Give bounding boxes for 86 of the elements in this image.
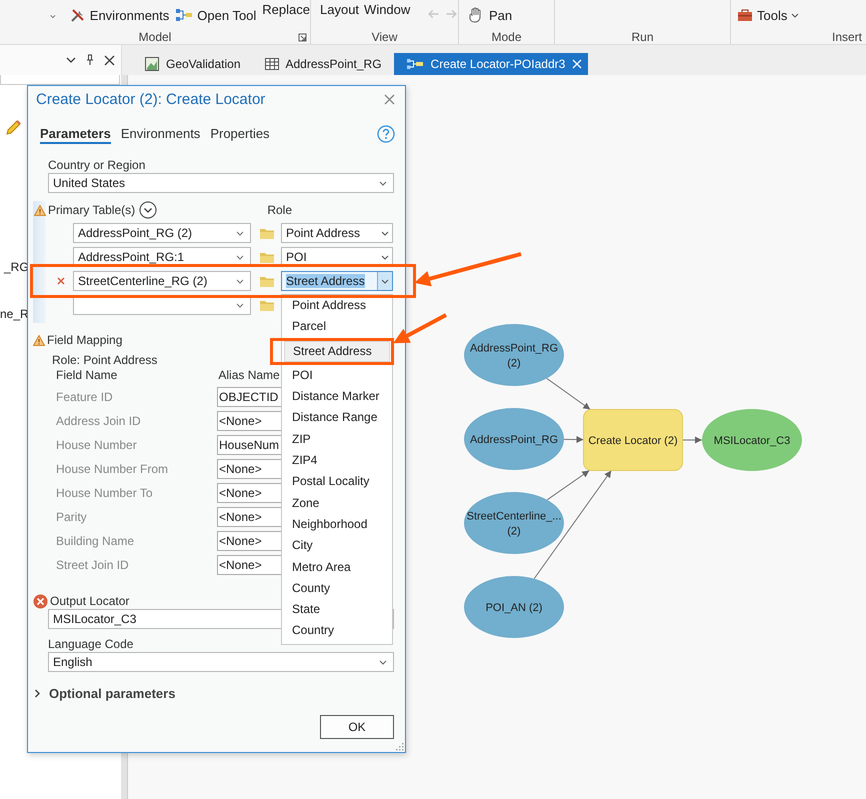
caret-icon (791, 12, 800, 18)
field-name: Building Name (55, 534, 136, 548)
connector-arrow (682, 436, 702, 444)
chevron-down-icon (379, 180, 387, 186)
parameter-label: Primary Table(s) (48, 203, 136, 217)
open-tool-button[interactable]: Open Tool (175, 6, 256, 24)
document-tab[interactable]: Create Locator-POIaddr3 (394, 53, 588, 75)
language-dropdown[interactable]: English (48, 652, 394, 672)
field-name: Street Join ID (55, 558, 130, 572)
expand-icon[interactable] (139, 201, 158, 219)
tools-icon (70, 7, 86, 23)
pin-icon[interactable] (86, 54, 94, 66)
dropdown-option[interactable]: Point Address (282, 295, 392, 316)
parameter-label: Language Code (48, 636, 134, 652)
role-label: Role: Point Address (52, 353, 158, 367)
tools-button[interactable]: Tools (737, 6, 800, 24)
model-icon (406, 58, 424, 70)
group-label: Mode (491, 30, 522, 44)
chevron-down-icon (236, 278, 244, 284)
dialog-tab[interactable]: Environments (120, 124, 200, 144)
field-name: Address Join ID (55, 414, 142, 428)
group-label: Insert (832, 30, 862, 44)
model-icon (175, 8, 194, 22)
chevron-down-icon[interactable] (50, 14, 56, 19)
table-icon (264, 58, 278, 70)
chevron-down-icon (381, 254, 389, 260)
table-dropdown[interactable]: AddressPoint_RG (2) (73, 223, 251, 243)
chevron-icon (34, 688, 41, 698)
layer-name: ne_R (0, 307, 29, 321)
help-icon[interactable] (377, 125, 395, 143)
parameter-label: Output Locator (50, 594, 130, 608)
dialog-title: Create Locator (2): Create Locator (36, 91, 266, 108)
tool-node: Create Locator (2) (583, 409, 683, 471)
connector-arrow (546, 378, 591, 410)
dropdown-option[interactable]: Parcel (282, 316, 392, 338)
dropdown-option[interactable]: Street Address (284, 340, 390, 362)
data-node: StreetCenterline_... (2) (464, 492, 564, 554)
optional-parameters-toggle[interactable]: Optional parameters (34, 684, 394, 702)
pencil-icon[interactable] (4, 119, 22, 137)
toolbox-icon (737, 8, 753, 22)
role-dropdown[interactable]: Point Address (281, 223, 393, 243)
chevron-down-icon (236, 230, 244, 236)
replace-button[interactable]: Replace (262, 3, 310, 17)
parameter-label: Country or Region (48, 157, 146, 173)
pan-button[interactable]: Pan (467, 6, 512, 24)
column-header: Field Name (56, 368, 118, 382)
layout-button[interactable]: Layout (320, 3, 360, 17)
remove-icon[interactable] (56, 277, 64, 285)
resize-grip-icon[interactable] (395, 742, 404, 751)
window-button[interactable]: Window (364, 3, 410, 17)
group-label: Run (631, 30, 654, 44)
dropdown-option[interactable]: POI (282, 364, 392, 386)
table-dropdown[interactable]: StreetCenterline_RG (2) (73, 271, 251, 291)
data-node: POI_AN (2) (464, 576, 564, 638)
country-dropdown[interactable]: United States (48, 173, 394, 193)
data-node: MSILocator_C3 (702, 409, 802, 471)
chevron-down-icon (236, 302, 244, 308)
field-name: House Number (55, 438, 138, 452)
environments-button[interactable]: Environments (70, 6, 170, 24)
chevron-down-icon (381, 230, 389, 236)
field-name: Feature ID (55, 390, 114, 404)
map-icon (145, 57, 159, 71)
field-name: Parity (55, 510, 88, 524)
column-header: Alias Name (218, 368, 280, 382)
document-tab[interactable]: GeoValidation (133, 53, 252, 75)
dialog-launcher-icon[interactable] (298, 33, 307, 42)
chevron-down-icon (379, 660, 387, 664)
dialog-tab[interactable]: Properties (210, 124, 270, 144)
field-name: House Number From (55, 462, 170, 476)
chevron-down-icon (236, 254, 244, 260)
group-label: View (372, 30, 398, 44)
dialog-tab[interactable]: Parameters (40, 124, 111, 144)
connector-arrow (564, 436, 584, 444)
role-dropdown[interactable]: Street Address (281, 271, 393, 291)
document-tab[interactable]: AddressPoint_RG (252, 53, 394, 75)
close-icon[interactable] (104, 54, 115, 66)
chevron-down-icon[interactable] (66, 57, 76, 63)
column-label: Role (267, 203, 292, 217)
field-name: House Number To (55, 486, 154, 500)
chevron-down-icon (381, 278, 389, 284)
parameter-label: Field Mapping (47, 333, 122, 347)
dropdown-option[interactable]: County (282, 578, 392, 600)
ok-button[interactable]: OK (320, 715, 394, 739)
data-node: AddressPoint_RG (2) (464, 324, 564, 386)
data-node: AddressPoint_RG (464, 408, 564, 470)
group-label: Model (138, 30, 172, 44)
